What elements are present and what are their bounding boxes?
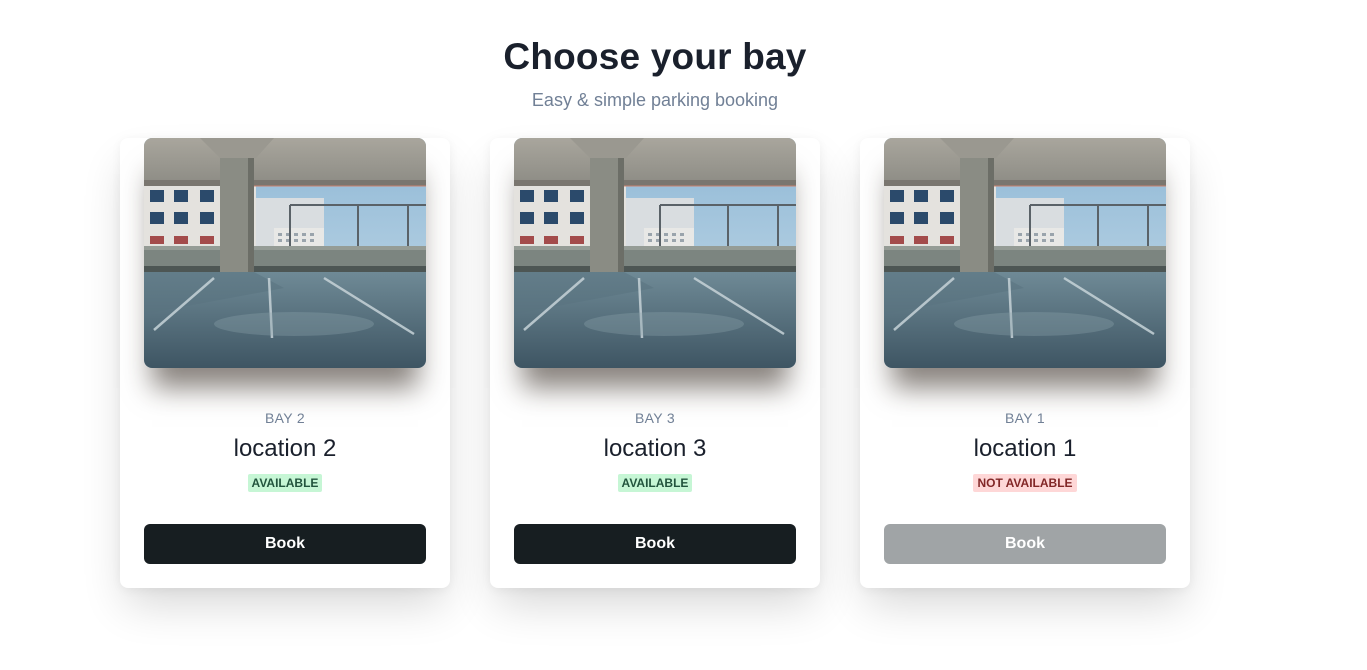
bay-location: location 1 [973,435,1077,462]
page-title: Choose your bay [503,36,807,77]
bay-number: BAY 2 [265,410,305,426]
status-badge: AVAILABLE [247,474,323,492]
bay-location: location 3 [603,435,707,462]
bay-card: BAY 1 location 1 NOT AVAILABLE Book [860,138,1190,588]
status-badge: NOT AVAILABLE [973,474,1077,492]
book-button[interactable]: Book [514,524,796,564]
bay-card: BAY 3 location 3 AVAILABLE Book [490,138,820,588]
page-subtitle: Easy & simple parking booking [531,90,779,110]
parking-garage-photo [144,138,426,368]
bay-card: BAY 2 location 2 AVAILABLE Book [120,138,450,588]
book-button[interactable]: Book [884,524,1166,564]
status-badge: AVAILABLE [617,474,693,492]
bay-number: BAY 3 [635,410,675,426]
bay-location: location 2 [233,435,337,462]
book-button[interactable]: Book [144,524,426,564]
bay-number: BAY 1 [1005,410,1045,426]
parking-garage-photo [514,138,796,368]
parking-garage-photo [884,138,1166,368]
